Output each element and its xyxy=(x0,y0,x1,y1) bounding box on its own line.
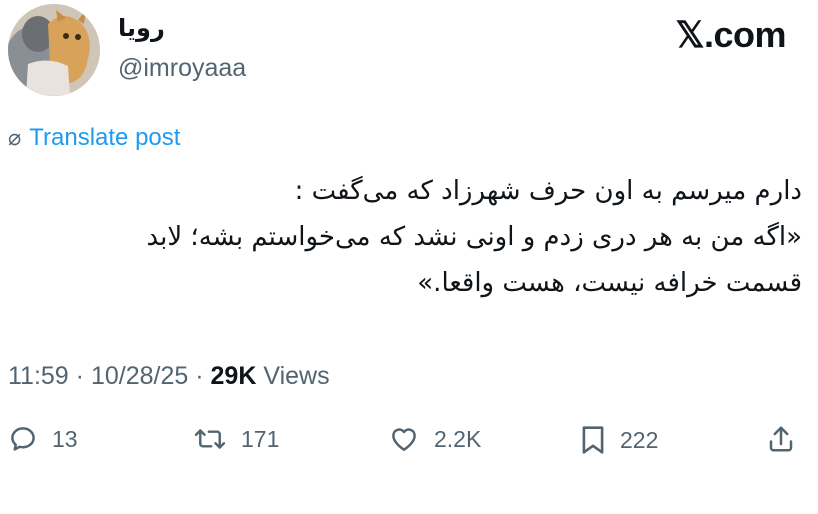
tweet-line: قسمت خرافه نیست، هست واقعا.» xyxy=(417,268,802,298)
views-label: Views xyxy=(263,362,330,390)
bookmark-button[interactable]: 222 xyxy=(580,424,658,456)
avatar-image xyxy=(8,4,100,96)
bookmark-icon xyxy=(582,426,604,454)
repost-button[interactable]: 171 xyxy=(193,424,279,454)
action-bar: 13 171 2.2K 222 xyxy=(8,424,808,468)
repost-count: 171 xyxy=(241,425,280,452)
reply-count: 13 xyxy=(52,425,78,452)
views-count: 29K xyxy=(210,362,257,390)
translate-icon: ⌀ xyxy=(8,125,22,150)
user-handle[interactable]: @imroyaaa xyxy=(118,54,246,83)
post-time[interactable]: 11:59 xyxy=(8,362,69,390)
bookmark-count: 222 xyxy=(620,426,659,453)
separator: · xyxy=(195,362,211,390)
repost-icon xyxy=(194,429,226,449)
reply-icon xyxy=(11,427,35,451)
share-icon xyxy=(769,426,793,452)
avatar[interactable] xyxy=(8,4,100,96)
tweet-line: دارم میرسم به اون حرف شهرزاد که می‌گفت : xyxy=(294,176,802,206)
tweet-text: دارم میرسم به اون حرف شهرزاد که می‌گفت :… xyxy=(6,168,802,306)
post-date[interactable]: 10/28/25 xyxy=(91,362,188,390)
translate-label: Translate post xyxy=(29,124,181,151)
tweet-meta: 11:59 · 10/28/25 · 29K Views xyxy=(8,362,330,391)
reply-button[interactable]: 13 xyxy=(8,424,78,454)
like-button[interactable]: 2.2K xyxy=(388,424,481,454)
separator: · xyxy=(75,362,91,390)
share-button[interactable] xyxy=(766,424,796,454)
heart-icon xyxy=(392,428,416,451)
like-count: 2.2K xyxy=(434,425,482,452)
translate-post-button[interactable]: ⌀ Translate post xyxy=(8,124,180,152)
tweet-line: «اگه من به هر دری زدم و اونی نشد که می‌خ… xyxy=(146,222,802,252)
display-name[interactable]: رویا xyxy=(118,14,165,42)
brand-logo: 𝕏.com xyxy=(675,14,786,55)
